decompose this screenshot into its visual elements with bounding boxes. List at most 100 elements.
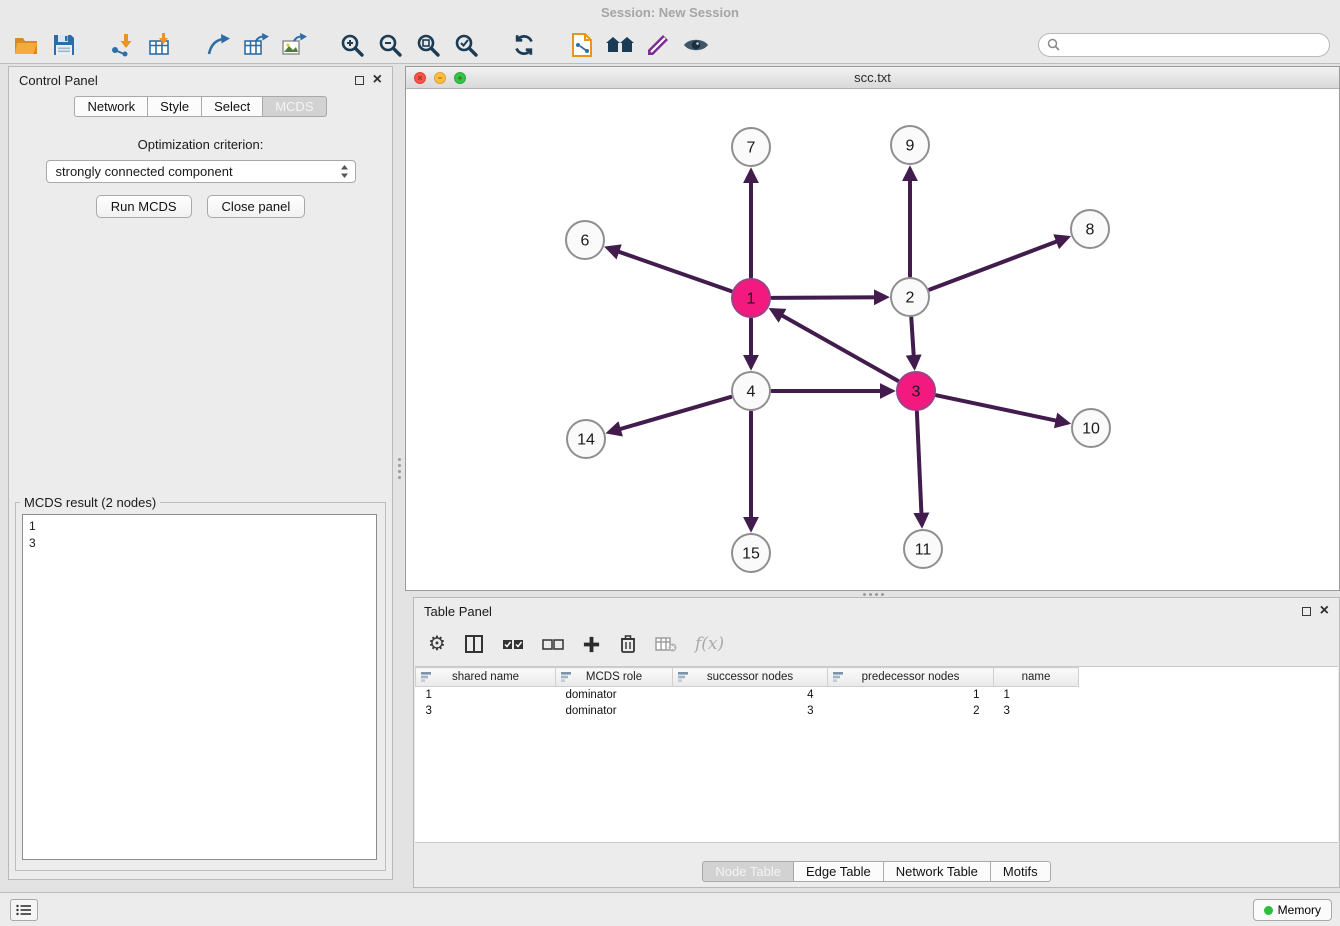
- zoom-out-button[interactable]: [374, 29, 406, 61]
- function-builder-button[interactable]: f(x): [695, 630, 724, 658]
- network-node-7[interactable]: 7: [732, 128, 770, 166]
- tab-style[interactable]: Style: [148, 96, 202, 117]
- column-selector-button[interactable]: [464, 630, 484, 658]
- table-cell: 2: [828, 703, 994, 719]
- svg-text:8: 8: [1086, 222, 1095, 239]
- delete-table-icon: [655, 635, 677, 653]
- style-button[interactable]: [642, 29, 674, 61]
- add-column-button[interactable]: [582, 630, 601, 658]
- network-edge-1-2[interactable]: [772, 297, 885, 298]
- network-node-1[interactable]: 1: [732, 279, 770, 317]
- export-network-button[interactable]: [202, 29, 234, 61]
- export-table-icon: [243, 32, 269, 58]
- table-row[interactable]: 1dominator411: [416, 687, 1339, 703]
- close-window-icon[interactable]: ×: [414, 72, 426, 84]
- mcds-result-line: 1: [29, 518, 370, 535]
- control-panel-header: Control Panel ×: [9, 67, 392, 93]
- open-session-button[interactable]: [10, 29, 42, 61]
- maximize-window-icon[interactable]: +: [454, 72, 466, 84]
- sort-icon: [678, 672, 688, 682]
- zoom-selected-icon: [453, 32, 479, 58]
- main-toolbar: [0, 26, 1340, 64]
- tab-motifs[interactable]: Motifs: [991, 861, 1051, 882]
- table-cell: dominator: [556, 703, 673, 719]
- export-to-web-button[interactable]: [566, 29, 598, 61]
- network-edge-3-10[interactable]: [937, 395, 1067, 423]
- network-window-titlebar[interactable]: × − + scc.txt: [406, 67, 1339, 89]
- memory-button[interactable]: Memory: [1253, 899, 1332, 921]
- search-input[interactable]: [1065, 38, 1321, 52]
- network-node-8[interactable]: 8: [1071, 210, 1109, 248]
- run-mcds-button[interactable]: Run MCDS: [96, 195, 192, 218]
- home-button[interactable]: [604, 29, 636, 61]
- export-image-button[interactable]: [278, 29, 310, 61]
- dropdown-stepper-icon: [340, 164, 349, 179]
- network-node-4[interactable]: 4: [732, 372, 770, 410]
- column-header-successor-nodes[interactable]: successor nodes: [673, 668, 828, 687]
- table-row[interactable]: 3dominator323: [416, 703, 1339, 719]
- network-node-6[interactable]: 6: [566, 221, 604, 259]
- import-network-button[interactable]: [106, 29, 138, 61]
- table-panel-header: Table Panel ×: [414, 598, 1339, 624]
- network-node-14[interactable]: 14: [567, 420, 605, 458]
- task-history-button[interactable]: [10, 899, 38, 921]
- close-table-panel-icon[interactable]: ×: [1320, 603, 1329, 619]
- zoom-selected-button[interactable]: [450, 29, 482, 61]
- network-edge-4-14[interactable]: [610, 397, 731, 432]
- select-all-columns-button[interactable]: [502, 630, 524, 658]
- save-session-button[interactable]: [48, 29, 80, 61]
- mcds-result-list[interactable]: 13: [22, 514, 377, 860]
- delete-column-button[interactable]: [619, 630, 637, 658]
- zoom-in-icon: [339, 32, 365, 58]
- criterion-dropdown[interactable]: strongly connected component: [46, 160, 356, 183]
- column-header-predecessor-nodes[interactable]: predecessor nodes: [828, 668, 994, 687]
- deselect-all-columns-button[interactable]: [542, 630, 564, 658]
- column-header-name[interactable]: name: [994, 668, 1079, 687]
- vertical-splitter[interactable]: [396, 66, 403, 880]
- float-panel-icon[interactable]: [355, 76, 364, 85]
- close-panel-button[interactable]: Close panel: [207, 195, 306, 218]
- column-header-mcds-role[interactable]: MCDS role: [556, 668, 673, 687]
- tab-mcds[interactable]: MCDS: [263, 96, 326, 117]
- close-control-panel-icon[interactable]: ×: [373, 72, 382, 88]
- refresh-view-button[interactable]: [508, 29, 540, 61]
- network-node-10[interactable]: 10: [1072, 409, 1110, 447]
- tab-node-table[interactable]: Node Table: [702, 861, 794, 882]
- network-edge-1-6[interactable]: [609, 248, 732, 291]
- network-node-11[interactable]: 11: [904, 530, 942, 568]
- import-table-icon: [147, 32, 173, 58]
- network-node-2[interactable]: 2: [891, 278, 929, 316]
- table-settings-button[interactable]: ⚙: [428, 630, 446, 658]
- delete-table-button[interactable]: [655, 630, 677, 658]
- network-node-15[interactable]: 15: [732, 534, 770, 572]
- network-edge-3-1[interactable]: [773, 310, 898, 380]
- splitter-handle-icon: [863, 593, 866, 596]
- table-panel-toolbar: ⚙ f(x): [414, 624, 1339, 664]
- show-details-button[interactable]: [680, 29, 712, 61]
- network-edge-2-3[interactable]: [911, 318, 914, 366]
- network-canvas[interactable]: 7 9 6 8 1 2 4 3 14 10 15 11: [406, 89, 1339, 590]
- table-panel: Table Panel × ⚙ f(x) shared name MCDS ro…: [413, 597, 1340, 888]
- search-field[interactable]: [1038, 33, 1330, 57]
- network-canvas-container: 7 9 6 8 1 2 4 3 14 10 15 11: [406, 89, 1339, 590]
- table-cell: 3: [673, 703, 828, 719]
- table-panel-title: Table Panel: [424, 604, 492, 619]
- export-table-button[interactable]: [240, 29, 272, 61]
- tab-network[interactable]: Network: [74, 96, 148, 117]
- zoom-fit-button[interactable]: [412, 29, 444, 61]
- network-node-9[interactable]: 9: [891, 126, 929, 164]
- tab-select[interactable]: Select: [202, 96, 263, 117]
- column-header-shared-name[interactable]: shared name: [416, 668, 556, 687]
- network-node-3[interactable]: 3: [897, 372, 935, 410]
- network-edge-3-11[interactable]: [917, 412, 922, 524]
- minimize-window-icon[interactable]: −: [434, 72, 446, 84]
- tab-network-table[interactable]: Network Table: [884, 861, 991, 882]
- import-network-icon: [109, 32, 135, 58]
- import-table-button[interactable]: [144, 29, 176, 61]
- tab-edge-table[interactable]: Edge Table: [794, 861, 884, 882]
- mcds-result-line: 3: [29, 535, 370, 552]
- network-edge-2-8[interactable]: [930, 238, 1067, 290]
- zoom-in-button[interactable]: [336, 29, 368, 61]
- splitter-handle-icon: [398, 458, 401, 461]
- float-table-panel-icon[interactable]: [1302, 607, 1311, 616]
